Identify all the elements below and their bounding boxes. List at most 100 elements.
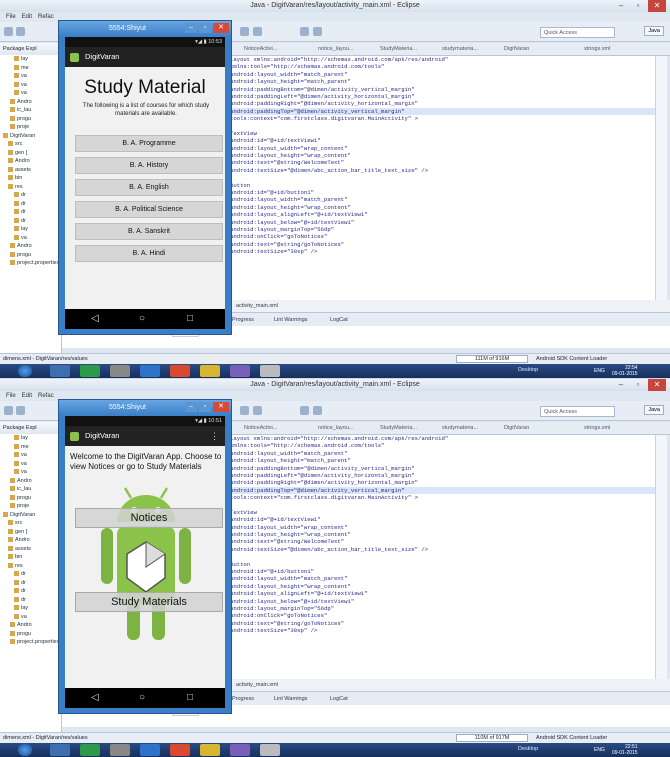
course-button-english[interactable]: B. A. English	[75, 179, 223, 196]
tree-item[interactable]: dr	[0, 191, 61, 200]
tree-item[interactable]: va	[0, 234, 61, 243]
tree-item[interactable]: dr	[0, 596, 61, 605]
tree-item[interactable]: va	[0, 460, 61, 469]
tree-item[interactable]: src	[0, 519, 61, 528]
taskbar-java-icon[interactable]	[200, 744, 220, 756]
tree-item[interactable]: src	[0, 140, 61, 149]
menu-edit[interactable]: Edit	[22, 393, 32, 399]
back-icon[interactable]: ◁	[91, 692, 99, 703]
lint-warnings-tab[interactable]: Lint Warnings	[274, 317, 307, 323]
course-button-hindi[interactable]: B. A. Hindi	[75, 245, 223, 262]
nav-forward-icon[interactable]	[313, 27, 322, 36]
taskbar-app-icon[interactable]	[110, 365, 130, 377]
tree-item[interactable]: dr	[0, 579, 61, 588]
tree-item[interactable]: me	[0, 64, 61, 73]
nav-forward-icon[interactable]	[313, 406, 322, 415]
tree-item[interactable]: va	[0, 613, 61, 622]
tree-item[interactable]: lay	[0, 604, 61, 613]
run-icon[interactable]	[240, 406, 249, 415]
emulator-maximize-icon[interactable]: ▫	[199, 23, 211, 33]
lint-warnings-tab[interactable]: Lint Warnings	[274, 696, 307, 702]
new-icon[interactable]	[4, 27, 13, 36]
quick-access-input[interactable]: Quick Access	[540, 406, 615, 417]
tree-item[interactable]: dr	[0, 208, 61, 217]
editor-tab[interactable]: studymateria...	[442, 46, 478, 52]
language-indicator[interactable]: ENG	[594, 368, 605, 374]
editor-tab[interactable]: NoticeActivi...	[244, 46, 277, 52]
tree-item[interactable]: proje	[0, 502, 61, 511]
menu-edit[interactable]: Edit	[22, 14, 32, 20]
tree-item[interactable]: lay	[0, 55, 61, 64]
tree-item[interactable]: va	[0, 72, 61, 81]
editor-tab[interactable]: strings.xml	[584, 425, 610, 431]
taskbar-eclipse-icon[interactable]	[230, 365, 250, 377]
editor-tab[interactable]: StudyMateria...	[380, 46, 417, 52]
menu-file[interactable]: File	[6, 393, 16, 399]
editor-tab[interactable]: DigitVaran	[504, 46, 529, 52]
language-indicator[interactable]: ENG	[594, 747, 605, 753]
tree-item[interactable]: progu	[0, 494, 61, 503]
perspective-java[interactable]: Java	[644, 405, 664, 415]
emulator-close-icon[interactable]: ✕	[213, 23, 229, 33]
start-button[interactable]	[18, 744, 32, 756]
taskbar-app-icon[interactable]	[110, 744, 130, 756]
logcat-tab[interactable]: LogCat	[330, 317, 348, 323]
taskbar-explorer-icon[interactable]	[50, 365, 70, 377]
tree-item[interactable]: DigitVaran	[0, 132, 61, 141]
save-icon[interactable]	[16, 406, 25, 415]
layout-tab[interactable]: activity_main.xml	[236, 682, 278, 688]
tree-item[interactable]: proje	[0, 123, 61, 132]
emulator-maximize-icon[interactable]: ▫	[199, 402, 211, 412]
taskbar-ie-icon[interactable]	[140, 365, 160, 377]
taskbar-chrome-icon[interactable]	[170, 744, 190, 756]
menu-refactor[interactable]: Refac	[38, 14, 54, 20]
tree-item[interactable]: va	[0, 89, 61, 98]
course-button-history[interactable]: B. A. History	[75, 157, 223, 174]
tree-item[interactable]: gen [	[0, 528, 61, 537]
nav-back-icon[interactable]	[300, 27, 309, 36]
close-icon[interactable]: ✕	[648, 0, 666, 12]
editor-scrollbar[interactable]	[655, 56, 667, 300]
emulator-minimize-icon[interactable]: –	[185, 23, 197, 33]
tree-item[interactable]: res	[0, 183, 61, 192]
tree-item[interactable]: dr	[0, 200, 61, 209]
debug-icon[interactable]	[253, 27, 262, 36]
taskbar-app-icon[interactable]	[80, 744, 100, 756]
notices-button[interactable]: Notices	[75, 508, 223, 528]
tree-item[interactable]: bin	[0, 174, 61, 183]
tree-item[interactable]: dr	[0, 217, 61, 226]
tree-item[interactable]: lay	[0, 225, 61, 234]
tree-item[interactable]: progu	[0, 115, 61, 124]
maximize-icon[interactable]: ▫	[631, 379, 645, 391]
course-button-programme[interactable]: B. A. Programme	[75, 135, 223, 152]
course-button-sanskrit[interactable]: B. A. Sanskrit	[75, 223, 223, 240]
tree-item[interactable]: project.properties	[0, 259, 61, 268]
tree-item[interactable]: DigitVaran	[0, 511, 61, 520]
tree-item[interactable]: project.properties	[0, 638, 61, 647]
save-icon[interactable]	[16, 27, 25, 36]
tree-item[interactable]: va	[0, 468, 61, 477]
quick-access-input[interactable]: Quick Access	[540, 27, 615, 38]
editor-tab[interactable]: strings.xml	[584, 46, 610, 52]
overflow-menu-icon[interactable]: ⋮	[210, 426, 219, 446]
progress-tab[interactable]: Progress	[232, 317, 254, 323]
progress-tab[interactable]: Progress	[232, 696, 254, 702]
tree-item[interactable]: Andro	[0, 242, 61, 251]
memory-indicator[interactable]: 111M of 916M	[456, 355, 528, 363]
new-icon[interactable]	[4, 406, 13, 415]
perspective-java[interactable]: Java	[644, 26, 664, 36]
tree-item[interactable]: res	[0, 562, 61, 571]
menu-refactor[interactable]: Refac	[38, 393, 54, 399]
course-button-political-science[interactable]: B. A. Political Science	[75, 201, 223, 218]
tree-item[interactable]: Andro	[0, 477, 61, 486]
tree-item[interactable]: assets	[0, 545, 61, 554]
tree-item[interactable]: ic_lau	[0, 485, 61, 494]
system-clock[interactable]: 22:51 09-01-2015	[612, 744, 638, 756]
start-button[interactable]	[18, 365, 32, 377]
tree-item[interactable]: assets	[0, 166, 61, 175]
tree-item[interactable]: bin	[0, 553, 61, 562]
editor-tab[interactable]: notice_layou...	[318, 46, 353, 52]
home-icon[interactable]: ○	[139, 313, 145, 324]
recents-icon[interactable]: □	[187, 313, 193, 324]
taskbar-ie-icon[interactable]	[140, 744, 160, 756]
